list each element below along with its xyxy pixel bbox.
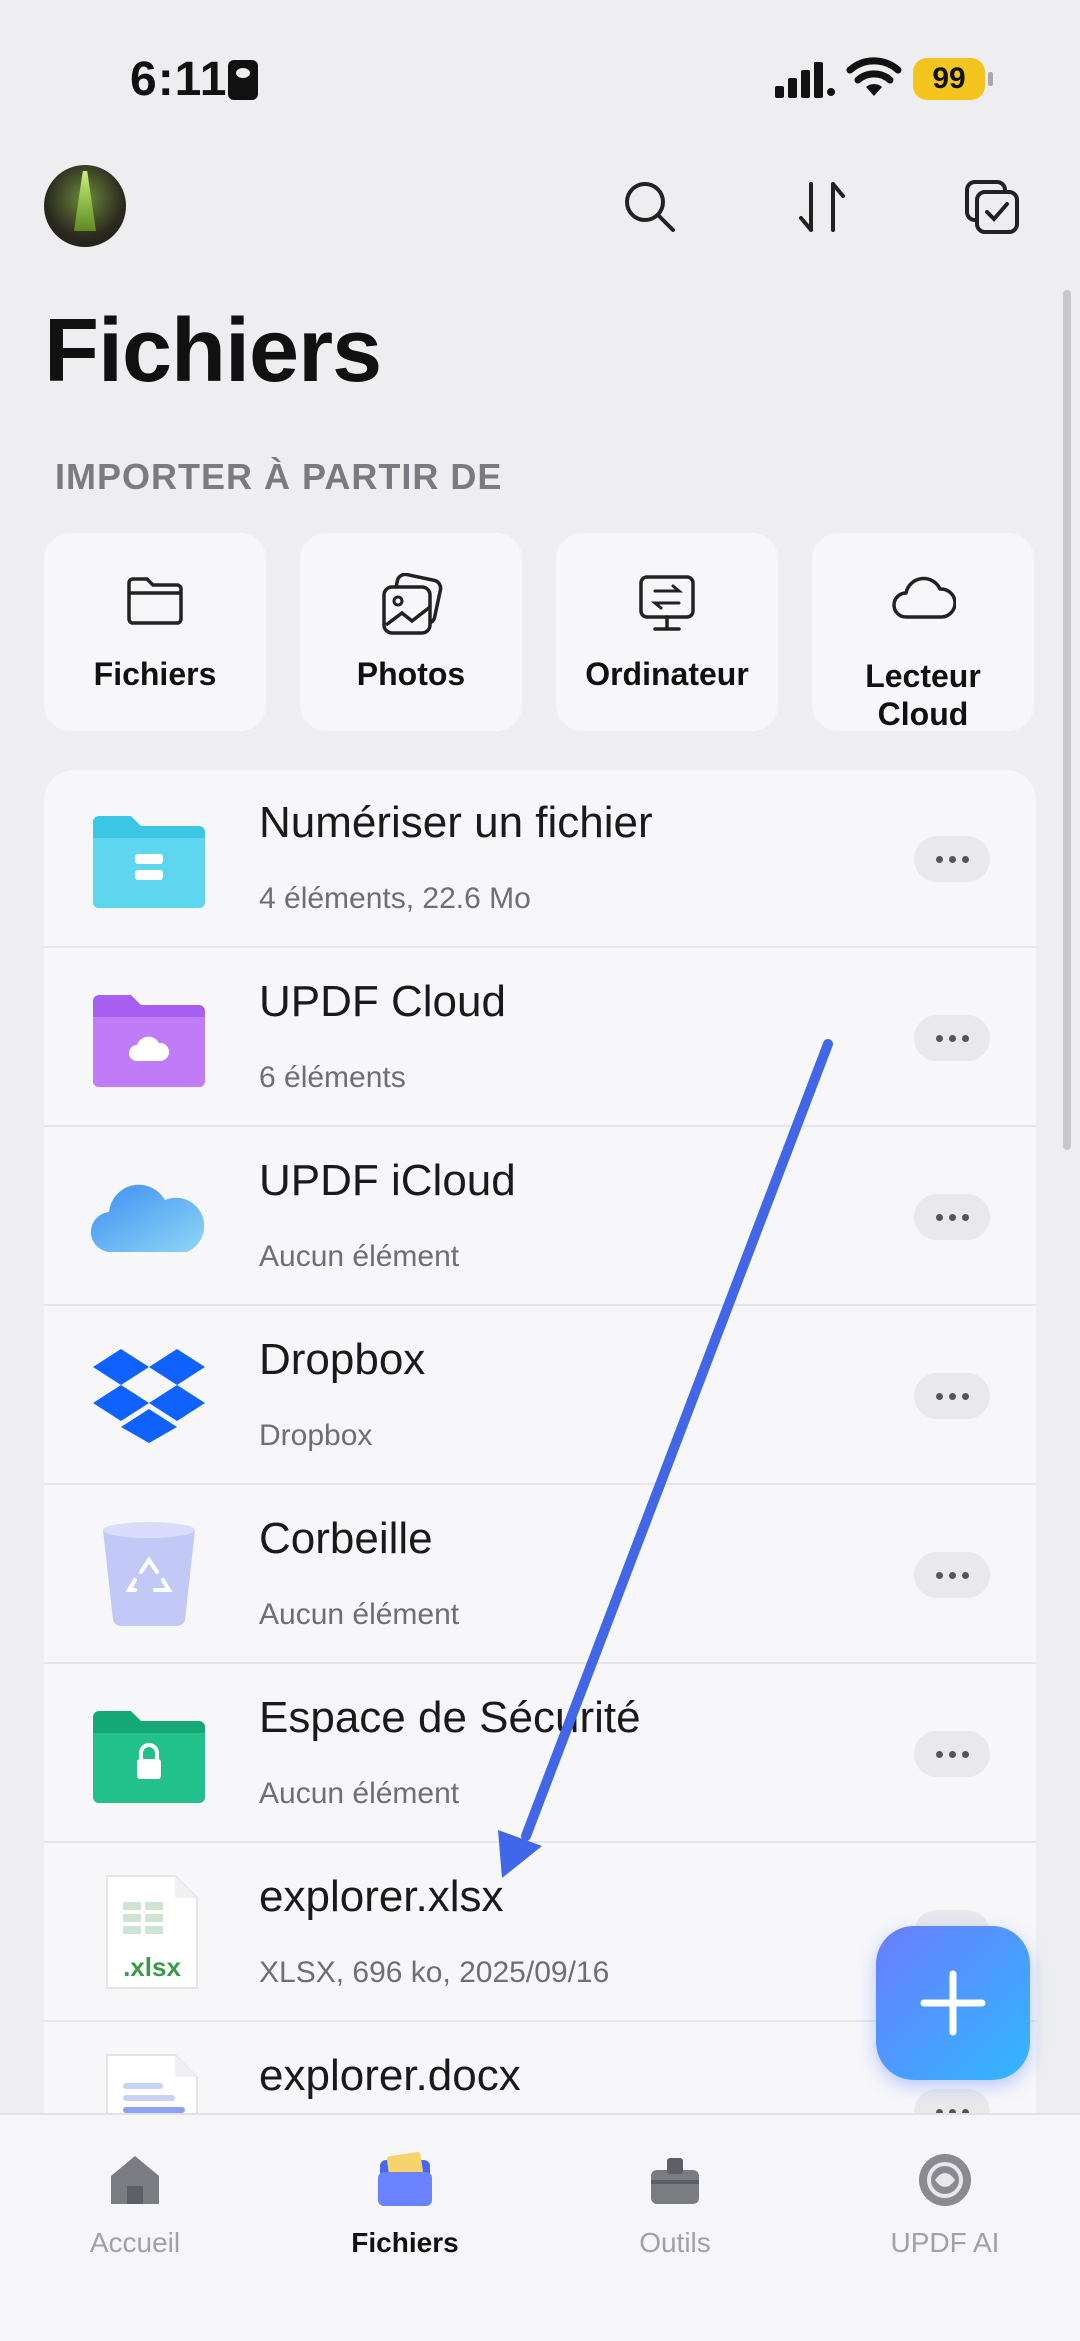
avatar[interactable]	[44, 165, 126, 247]
list-item[interactable]: UPDF iCloud Aucun élément	[44, 1128, 1036, 1306]
icloud-icon	[90, 1184, 205, 1253]
list-item[interactable]: Corbeille Aucun élément	[44, 1486, 1036, 1664]
item-details: Aucun élément	[259, 1240, 460, 1273]
more-options-button[interactable]	[914, 1194, 990, 1240]
import-files-button[interactable]: Fichiers	[44, 533, 266, 731]
photos-icon	[382, 573, 443, 635]
more-options-button[interactable]	[914, 1015, 990, 1061]
item-name: UPDF iCloud	[259, 1156, 516, 1205]
page-title: Fichiers	[44, 301, 382, 401]
more-options-button[interactable]	[914, 1552, 990, 1598]
search-button[interactable]	[618, 175, 682, 239]
wifi-icon	[846, 57, 902, 96]
svg-text:.xlsx: .xlsx	[123, 1952, 181, 1982]
select-button[interactable]	[960, 175, 1024, 239]
item-details: 6 éléments	[259, 1061, 406, 1094]
item-name: Espace de Sécurité	[259, 1693, 641, 1742]
cloud-icon	[892, 576, 956, 619]
search-icon	[625, 182, 675, 232]
secure-folder-icon	[93, 1711, 205, 1803]
tab-label: Outils	[639, 2227, 711, 2258]
sort-button[interactable]	[790, 175, 854, 239]
item-details: Dropbox	[259, 1419, 373, 1452]
multi-select-icon	[965, 180, 1019, 234]
more-options-button[interactable]	[914, 836, 990, 882]
item-name: Dropbox	[259, 1335, 426, 1384]
item-name: UPDF Cloud	[259, 977, 506, 1026]
sort-icon	[799, 182, 845, 232]
import-cloud-button[interactable]: Lecteur Cloud	[812, 533, 1034, 732]
import-label: Lecteur Cloud	[865, 658, 981, 732]
item-details: Aucun élément	[259, 1777, 460, 1810]
tab-bar: Accueil Fichiers Outils UPDF AI	[0, 2113, 1080, 2341]
item-name: explorer.docx	[259, 2051, 521, 2100]
list-item[interactable]: Dropbox Dropbox	[44, 1307, 1036, 1485]
item-name: explorer.xlsx	[259, 1872, 504, 1921]
tools-icon	[651, 2158, 699, 2204]
import-section-heading: IMPORTER À PARTIR DE	[55, 456, 503, 497]
cellular-signal-icon	[775, 62, 835, 98]
status-bar: 6:11 99	[0, 0, 1080, 150]
trash-icon	[103, 1522, 195, 1627]
tab-outils[interactable]: Outils	[575, 2145, 775, 2259]
tab-fichiers[interactable]: Fichiers	[305, 2145, 505, 2259]
more-options-button[interactable]	[914, 1731, 990, 1777]
tab-accueil[interactable]: Accueil	[35, 2145, 235, 2259]
add-button[interactable]	[876, 1926, 1030, 2080]
files-tab-icon	[378, 2152, 432, 2206]
item-name: Corbeille	[259, 1514, 433, 1563]
computer-transfer-icon	[639, 575, 695, 631]
ai-icon	[919, 2154, 971, 2206]
scrollbar[interactable]	[1063, 290, 1071, 1150]
item-name: Numériser un fichier	[259, 798, 653, 847]
import-sources: Fichiers Photos Ordinateur Lecteur Cloud	[44, 533, 1036, 732]
more-options-button[interactable]	[914, 1373, 990, 1419]
top-bar	[0, 165, 1080, 255]
home-icon	[111, 2156, 159, 2204]
import-label: Photos	[356, 656, 466, 692]
import-photos-button[interactable]: Photos	[300, 533, 522, 731]
docx-file-icon	[106, 2054, 198, 2120]
item-details: Aucun élément	[259, 1598, 460, 1631]
tab-label: Accueil	[89, 2227, 181, 2258]
tab-updf-ai[interactable]: UPDF AI	[845, 2145, 1045, 2259]
item-details: XLSX, 696 ko, 2025/09/16	[259, 1956, 610, 1989]
list-item[interactable]: Espace de Sécurité Aucun élément	[44, 1665, 1036, 1843]
item-details: 4 éléments, 22.6 Mo	[259, 882, 531, 915]
dropbox-icon	[93, 1349, 205, 1443]
file-list: Numériser un fichier 4 éléments, 22.6 Mo…	[44, 770, 1036, 2120]
import-computer-button[interactable]: Ordinateur	[556, 533, 778, 731]
tab-label: Fichiers	[351, 2227, 459, 2258]
tab-label: UPDF AI	[890, 2227, 1000, 2258]
folder-icon	[127, 577, 183, 625]
xlsx-file-icon: .xlsx	[106, 1875, 198, 1989]
list-item[interactable]: Numériser un fichier 4 éléments, 22.6 Mo	[44, 770, 1036, 948]
list-item[interactable]: UPDF Cloud 6 éléments	[44, 949, 1036, 1127]
battery-tip	[988, 72, 993, 86]
import-label: Ordinateur	[585, 656, 749, 692]
contact-badge-icon	[228, 60, 258, 100]
import-label: Fichiers	[93, 656, 217, 692]
plus-icon	[920, 1970, 986, 2036]
status-time: 6:11	[130, 53, 228, 106]
battery-indicator: 99	[913, 58, 985, 100]
scan-folder-icon	[93, 816, 205, 908]
cloud-folder-icon	[93, 995, 205, 1087]
